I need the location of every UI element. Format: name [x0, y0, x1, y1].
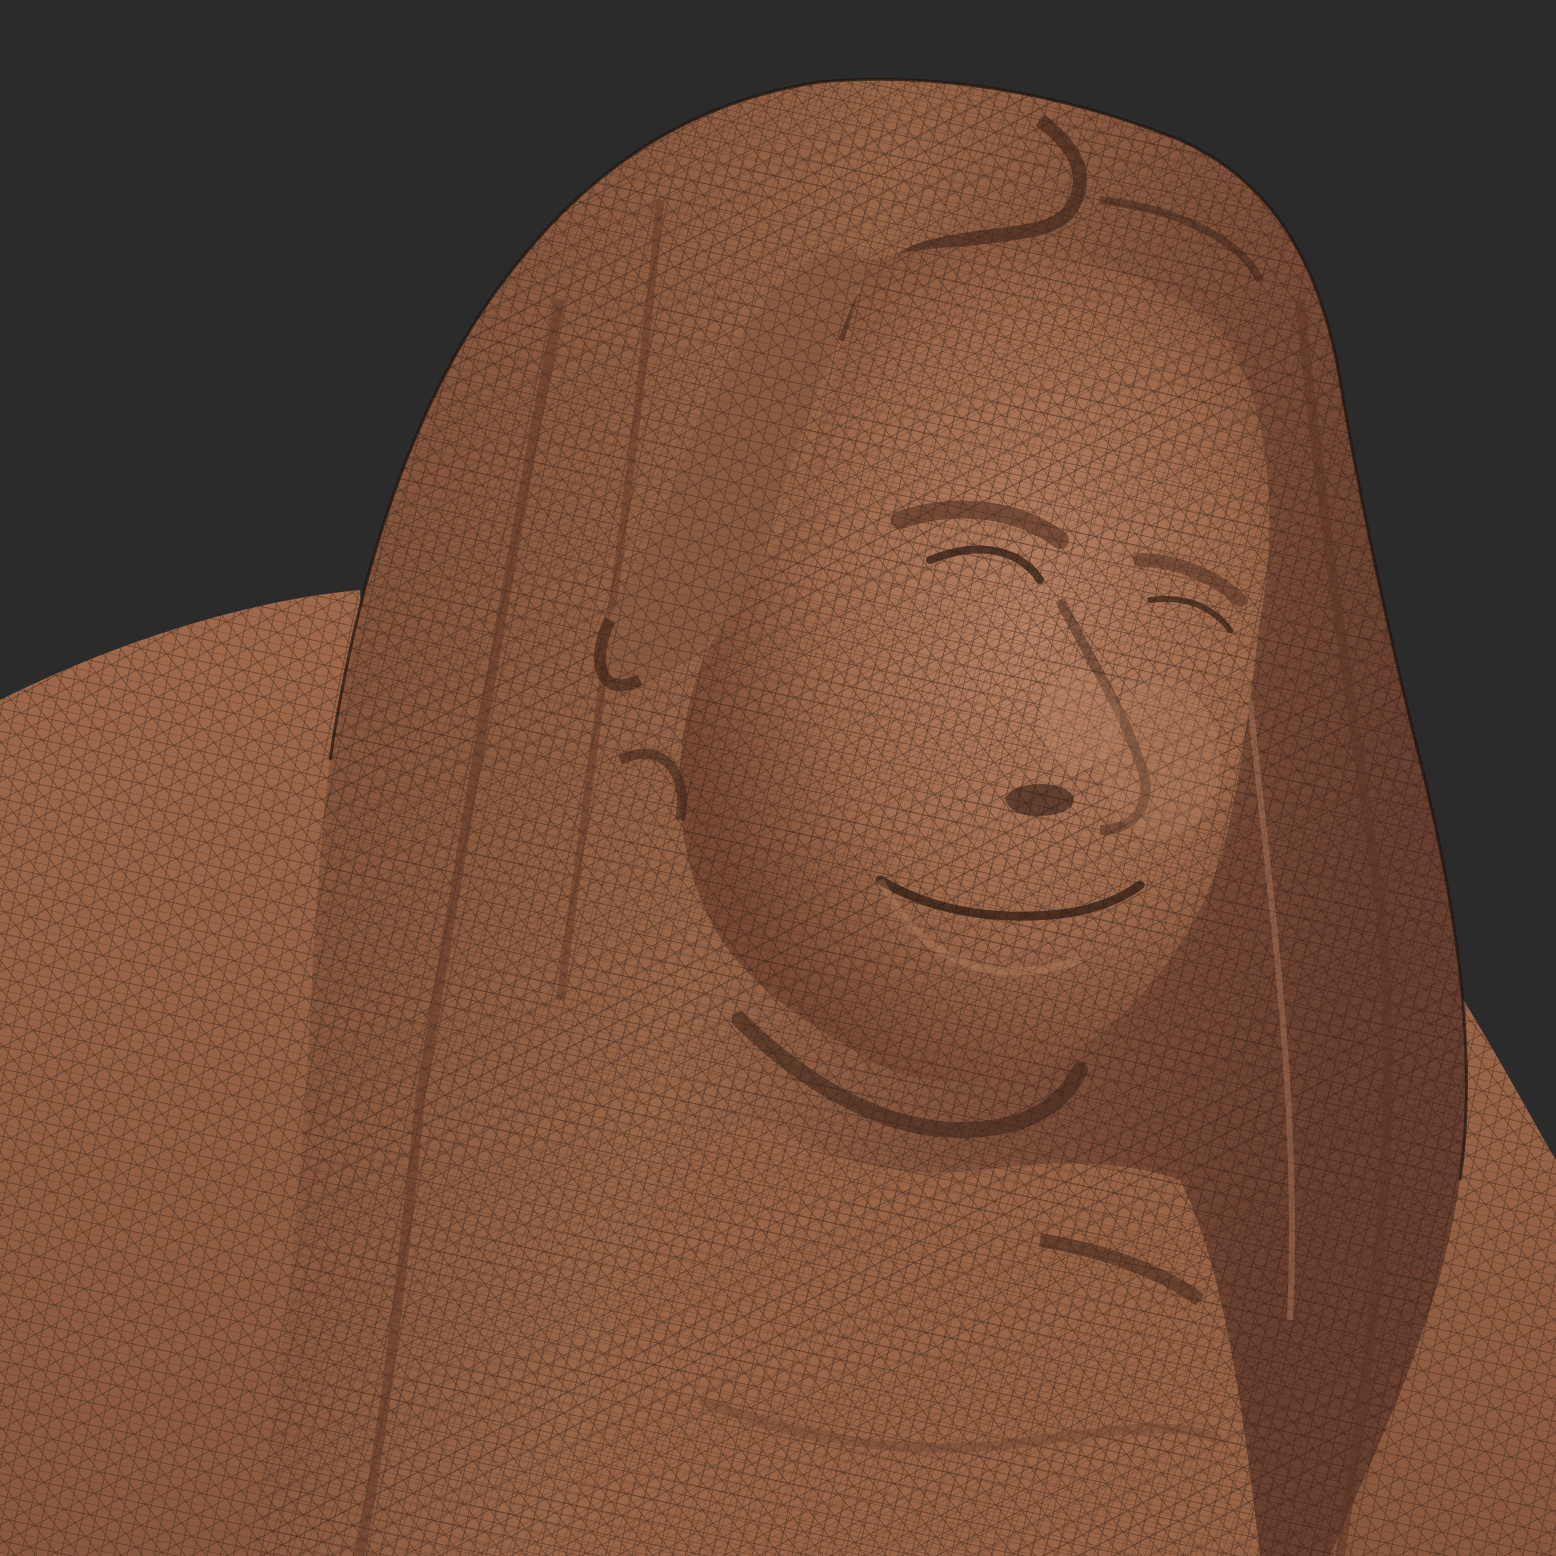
3d-viewport[interactable]: [0, 0, 1556, 1556]
mesh-render: [0, 0, 1556, 1556]
